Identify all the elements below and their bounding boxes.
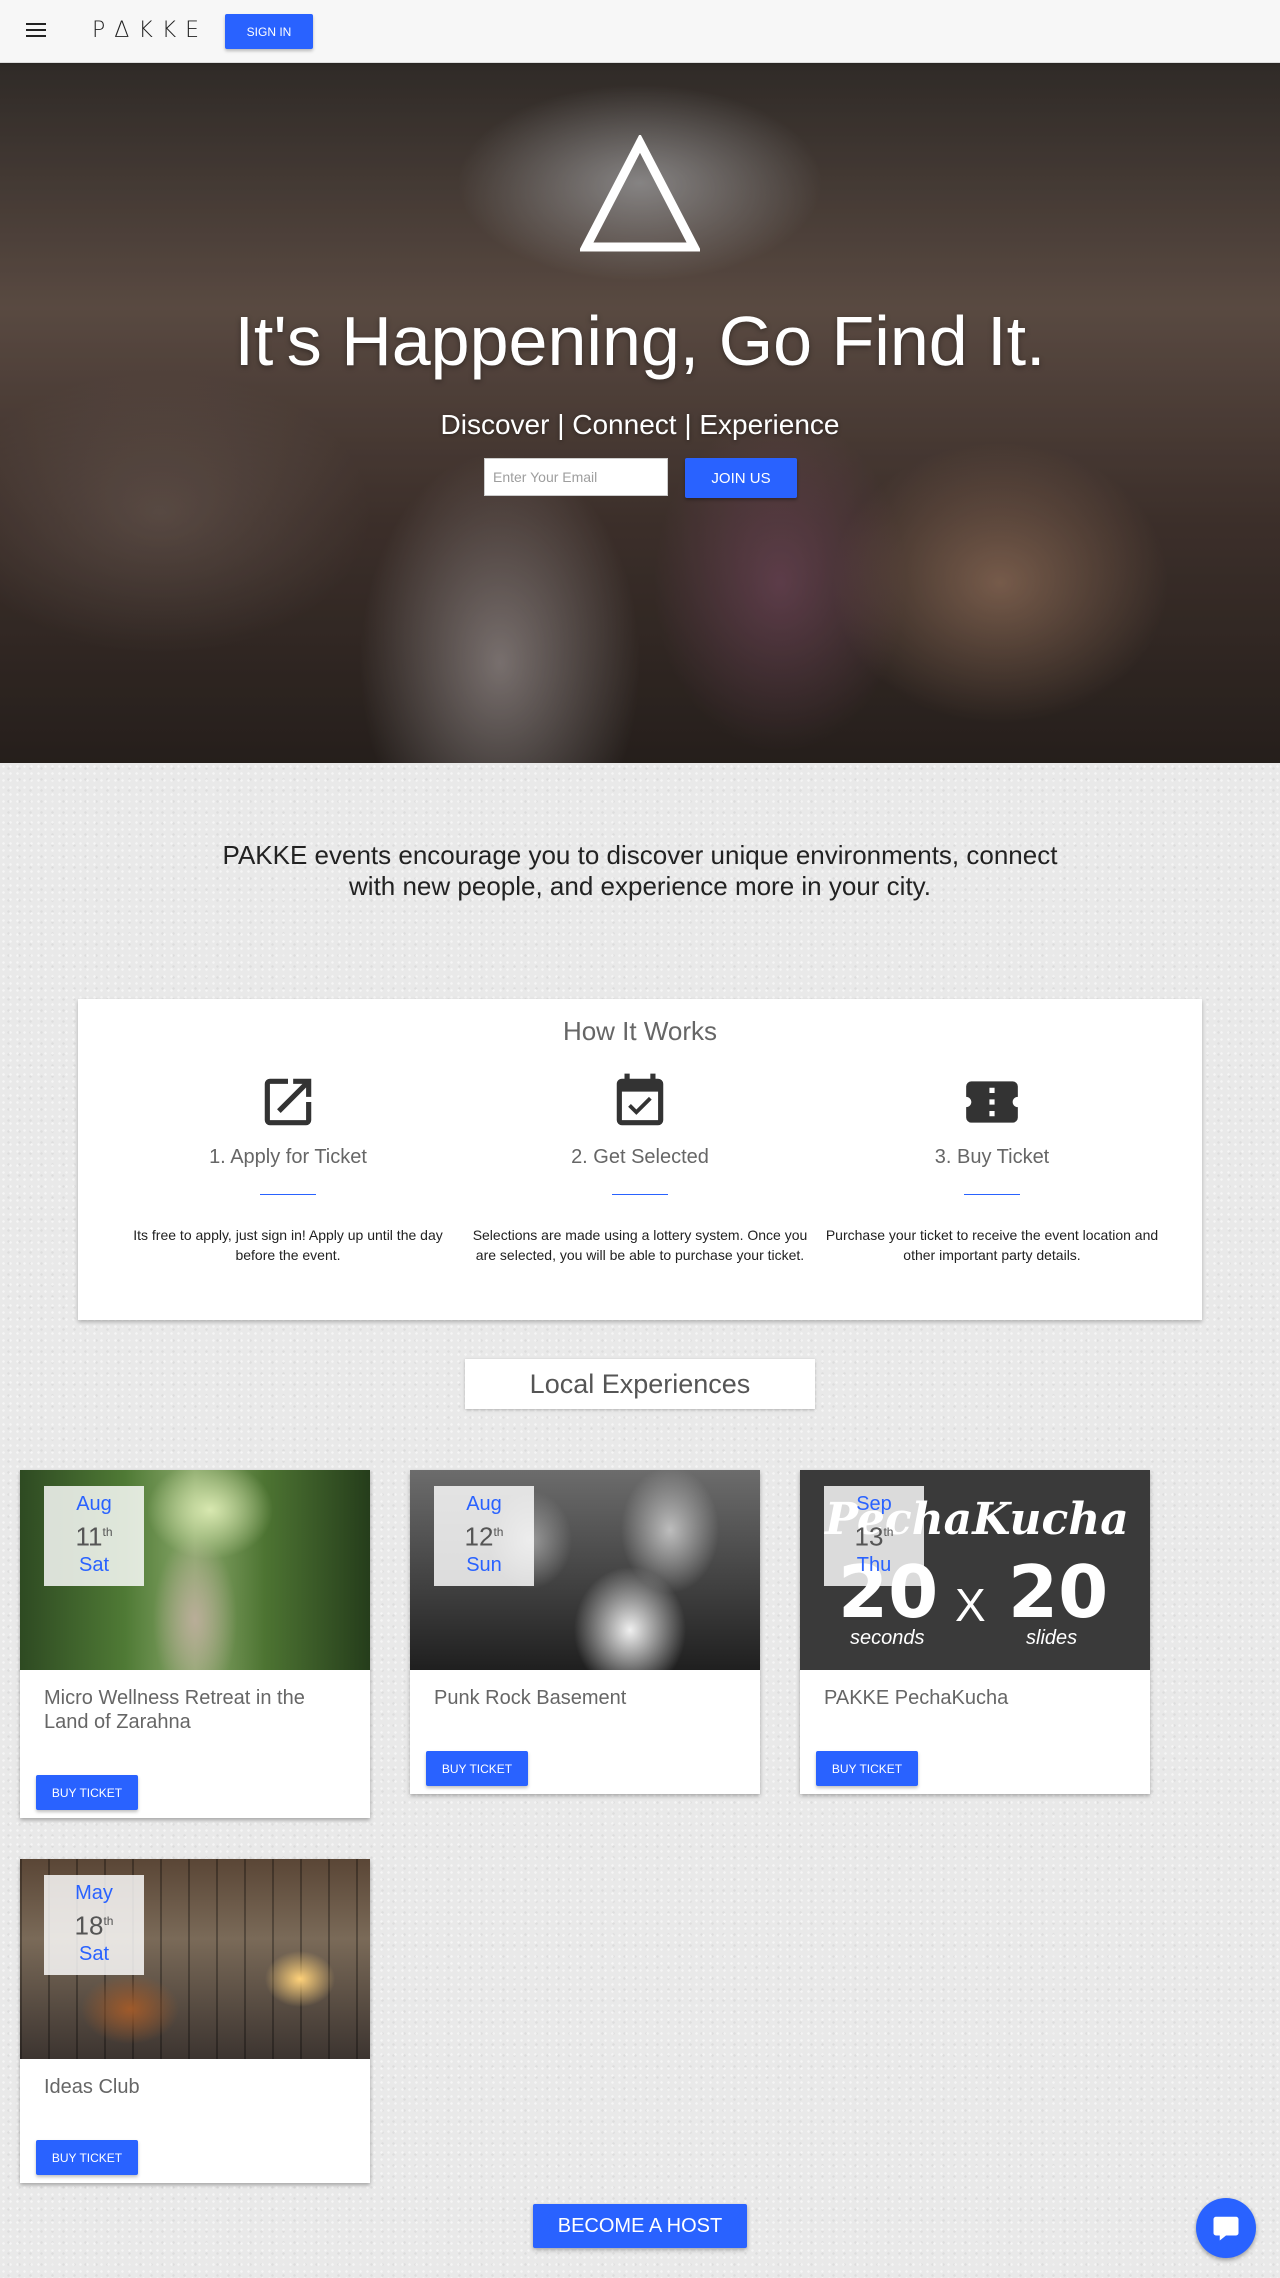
date-badge: Aug 11th Sat <box>44 1486 144 1586</box>
step-selected: 2. Get Selected Selections are made usin… <box>460 1071 820 1265</box>
open-in-new-icon <box>264 1078 312 1126</box>
date-day: 11th <box>75 1521 113 1552</box>
pakke-triangle-logo-icon <box>580 135 700 252</box>
buy-ticket-button[interactable]: BUY TICKET <box>36 2140 138 2175</box>
pakke-logo[interactable]: PΔKKE <box>92 18 208 43</box>
sign-in-button[interactable]: SIGN IN <box>225 14 313 49</box>
pechakucha-x: X <box>955 1579 986 1631</box>
date-month: Aug <box>76 1493 112 1515</box>
chat-bubble-icon <box>1213 2216 1239 2241</box>
date-weekday: Thu <box>856 1553 892 1576</box>
buy-ticket-button[interactable]: BUY TICKET <box>36 1775 138 1810</box>
step-divider <box>260 1194 316 1195</box>
pechakucha-caption: slides <box>1026 1627 1078 1649</box>
pechakucha-caption: seconds <box>850 1627 925 1649</box>
step-divider <box>964 1194 1020 1195</box>
event-title[interactable]: Ideas Club <box>20 2059 370 2099</box>
ticket-icon <box>966 1081 1018 1123</box>
step-description: Purchase your ticket to receive the even… <box>825 1227 1159 1263</box>
event-card[interactable]: PechaKucha 20 X 20 seconds slides Sep 13… <box>800 1470 1150 1794</box>
step-title: 1. Apply for Ticket <box>209 1146 367 1168</box>
event-image[interactable]: PechaKucha 20 X 20 seconds slides Sep 13… <box>800 1470 1150 1670</box>
step-title: 2. Get Selected <box>571 1146 709 1168</box>
event-image[interactable]: May 18th Sat <box>20 1859 370 2059</box>
step-buy: 3. Buy Ticket Purchase your ticket to re… <box>812 1071 1172 1265</box>
event-card[interactable]: May 18th Sat Ideas Club BUY TICKET <box>20 1859 370 2183</box>
intro-text: PAKKE events encourage you to discover u… <box>222 840 1058 901</box>
step-description: Its free to apply, just sign in! Apply u… <box>133 1227 443 1263</box>
hero-title: It's Happening, Go Find It. <box>234 302 1046 380</box>
buy-ticket-button[interactable]: BUY TICKET <box>816 1751 918 1786</box>
event-image[interactable]: Aug 11th Sat <box>20 1470 370 1670</box>
date-badge: Sep 13th Thu <box>824 1486 924 1586</box>
event-card[interactable]: Aug 12th Sun Punk Rock Basement BUY TICK… <box>410 1470 760 1794</box>
event-title[interactable]: Micro Wellness Retreat in the Land of Za… <box>20 1670 370 1734</box>
date-day: 12th <box>464 1521 504 1552</box>
how-it-works-card: How It Works 1. Apply for Ticket Its fre… <box>78 999 1202 1320</box>
date-day: 18th <box>74 1910 114 1941</box>
become-a-host-button[interactable]: BECOME A HOST <box>533 2204 747 2248</box>
pechakucha-number: 20 <box>1008 1550 1109 1634</box>
step-title: 3. Buy Ticket <box>934 1146 1050 1168</box>
how-it-works-title: How It Works <box>562 1016 718 1046</box>
local-experiences-heading: Local Experiences <box>465 1359 815 1409</box>
event-title[interactable]: Punk Rock Basement <box>410 1670 760 1710</box>
chat-launcher-button[interactable] <box>1196 2198 1256 2258</box>
step-apply: 1. Apply for Ticket Its free to apply, j… <box>108 1071 468 1265</box>
date-day: 13th <box>854 1521 894 1552</box>
date-badge: Aug 12th Sun <box>434 1486 534 1586</box>
buy-ticket-button[interactable]: BUY TICKET <box>426 1751 528 1786</box>
date-badge: May 18th Sat <box>44 1875 144 1975</box>
hamburger-menu-icon[interactable] <box>26 23 46 39</box>
email-input[interactable] <box>484 458 668 496</box>
top-navbar: PΔKKE SIGN IN <box>0 0 1280 63</box>
date-weekday: Sat <box>78 1553 110 1576</box>
event-title[interactable]: PAKKE PechaKucha <box>800 1670 1150 1710</box>
step-description: Selections are made using a lottery syst… <box>472 1227 808 1263</box>
hero-subtitle: Discover | Connect | Experience <box>440 409 840 440</box>
date-month: May <box>75 1882 113 1904</box>
step-divider <box>612 1194 668 1195</box>
event-image[interactable]: Aug 12th Sun <box>410 1470 760 1670</box>
hero-banner: It's Happening, Go Find It. Discover | C… <box>0 63 1280 763</box>
date-month: Sep <box>856 1493 892 1515</box>
event-card[interactable]: Aug 11th Sat Micro Wellness Retreat in t… <box>20 1470 370 1818</box>
date-weekday: Sat <box>78 1942 110 1965</box>
calendar-check-icon <box>616 1073 664 1126</box>
join-us-button[interactable]: JOIN US <box>685 458 797 498</box>
date-month: Aug <box>466 1493 502 1515</box>
date-weekday: Sun <box>466 1553 502 1576</box>
